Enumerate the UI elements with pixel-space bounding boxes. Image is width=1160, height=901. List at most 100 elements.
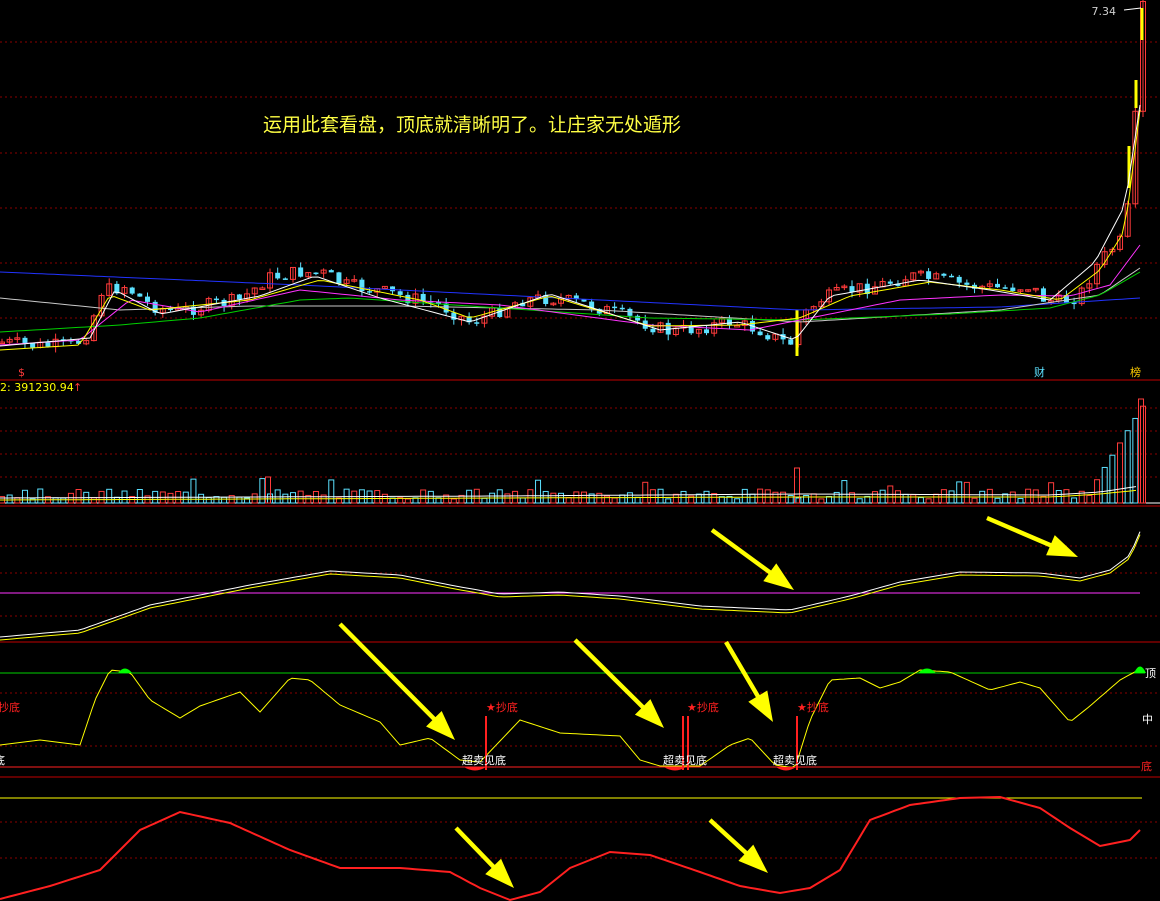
oversold-label-1: 超卖见底	[462, 753, 506, 767]
volume-bar	[1109, 454, 1116, 504]
volume-bar	[810, 493, 817, 504]
candle-body	[45, 342, 51, 347]
candle-body	[144, 296, 150, 302]
candle-body	[765, 335, 771, 340]
grid-lines	[0, 41, 1160, 859]
buy-signal-3: ★抄底	[797, 700, 829, 714]
candle-body	[30, 343, 36, 348]
finance-mark: 财	[1034, 365, 1045, 379]
volume-bar	[734, 498, 741, 504]
volume-bar	[60, 497, 67, 504]
volume-bar	[619, 494, 626, 504]
volume-bar	[1009, 491, 1016, 504]
volume-bar	[535, 479, 542, 504]
volume-bar	[818, 498, 825, 504]
moving-average-lines	[0, 104, 1141, 351]
volume-bar	[450, 498, 457, 504]
buy-signal-1: ★抄底	[486, 700, 518, 714]
volume-bar	[902, 493, 909, 504]
volume-bar	[427, 490, 434, 504]
buy-signal-label: ★抄底	[687, 700, 719, 714]
oversold-label-3: 超卖见底	[773, 753, 817, 767]
annotation-text: 运用此套看盘，顶底就清晰明了。让庄家无处遁形	[263, 114, 681, 136]
volume-bars	[0, 398, 1146, 504]
volume-bar	[527, 489, 534, 504]
volume-bar	[404, 498, 411, 504]
candle-body	[236, 294, 242, 300]
yellow-arrow	[573, 638, 664, 728]
volume-bar	[251, 493, 258, 504]
osc-mid-label: 中	[1142, 713, 1153, 726]
oversold-label-2: 超卖见底	[663, 753, 707, 767]
volume-bar	[649, 489, 656, 504]
volume-bar	[841, 480, 848, 504]
volume-bar	[6, 494, 13, 504]
yellow-arrow	[986, 515, 1078, 557]
volume-bar	[512, 490, 519, 504]
rank-mark: 榜	[1130, 365, 1141, 379]
volume-bar	[956, 481, 963, 504]
volume-bar	[37, 488, 44, 504]
osc-top-label: 顶	[1145, 667, 1156, 680]
volume-bar	[1094, 479, 1101, 504]
volume-bar	[657, 488, 664, 504]
volume-bar	[994, 497, 1001, 504]
osc-left-bottom-label: 底	[0, 753, 5, 767]
indicator-panel-3	[0, 795, 1142, 901]
osc-bottom-marker	[464, 767, 486, 771]
volume-bar	[665, 498, 672, 504]
volume-bar	[565, 497, 572, 504]
volume-bar	[749, 493, 756, 504]
candle-body	[298, 267, 304, 277]
volume-bar	[167, 492, 174, 504]
volume-bar	[1048, 482, 1055, 504]
volume-bar	[136, 489, 143, 504]
volume-bar	[542, 490, 549, 504]
osc-top-marker	[118, 668, 132, 673]
osc-line	[0, 668, 1141, 769]
candle-body	[964, 282, 970, 285]
volume-label: 2: 391230.94	[0, 381, 74, 394]
yellow-arrow	[710, 528, 794, 590]
candle-body	[474, 322, 480, 324]
osc-top-marker	[918, 668, 936, 673]
volume-bar	[21, 489, 28, 504]
volume-bar	[1117, 442, 1124, 504]
buy-signal-label: ★抄底	[797, 700, 829, 714]
volume-bar	[205, 497, 212, 504]
candle-body	[328, 270, 334, 273]
candle-body	[137, 293, 143, 297]
candle-body	[941, 273, 947, 276]
volume-bar	[198, 493, 205, 504]
volume-bar	[757, 488, 764, 504]
candle-body	[887, 281, 893, 284]
osc-bottom-label: 底	[1141, 759, 1152, 773]
candle-body	[949, 275, 955, 278]
stock-chart: 7.34 运用此套看盘，顶底就清晰明了。让庄家无处遁形 $ 财 榜 2: 391…	[0, 0, 1160, 901]
volume-bar	[90, 497, 97, 504]
volume-bar	[925, 498, 932, 504]
volume-bar	[672, 493, 679, 504]
volume-arrow: ↑	[73, 381, 82, 394]
volume-bar	[917, 497, 924, 504]
candle-body	[129, 287, 135, 294]
volume-bar	[343, 488, 350, 504]
volume-bar	[328, 479, 335, 504]
price-label: 7.34	[1092, 5, 1117, 18]
volume-bar	[795, 497, 802, 504]
candle-body	[397, 291, 403, 295]
price-pointer	[1123, 7, 1142, 11]
volume-bar	[75, 489, 82, 504]
candle-body	[336, 272, 342, 284]
candle-body	[849, 286, 855, 293]
volume-bar	[971, 497, 978, 504]
osc-bottom-marker	[776, 767, 796, 771]
volume-bar	[940, 489, 947, 504]
candle-body	[359, 279, 365, 292]
candle-body	[926, 271, 932, 279]
osc-left-buy-label: 抄底	[0, 700, 20, 714]
volume-bar	[634, 496, 641, 504]
volume-bar	[1101, 466, 1108, 504]
candle-body	[650, 328, 656, 333]
candle-body	[788, 339, 794, 345]
